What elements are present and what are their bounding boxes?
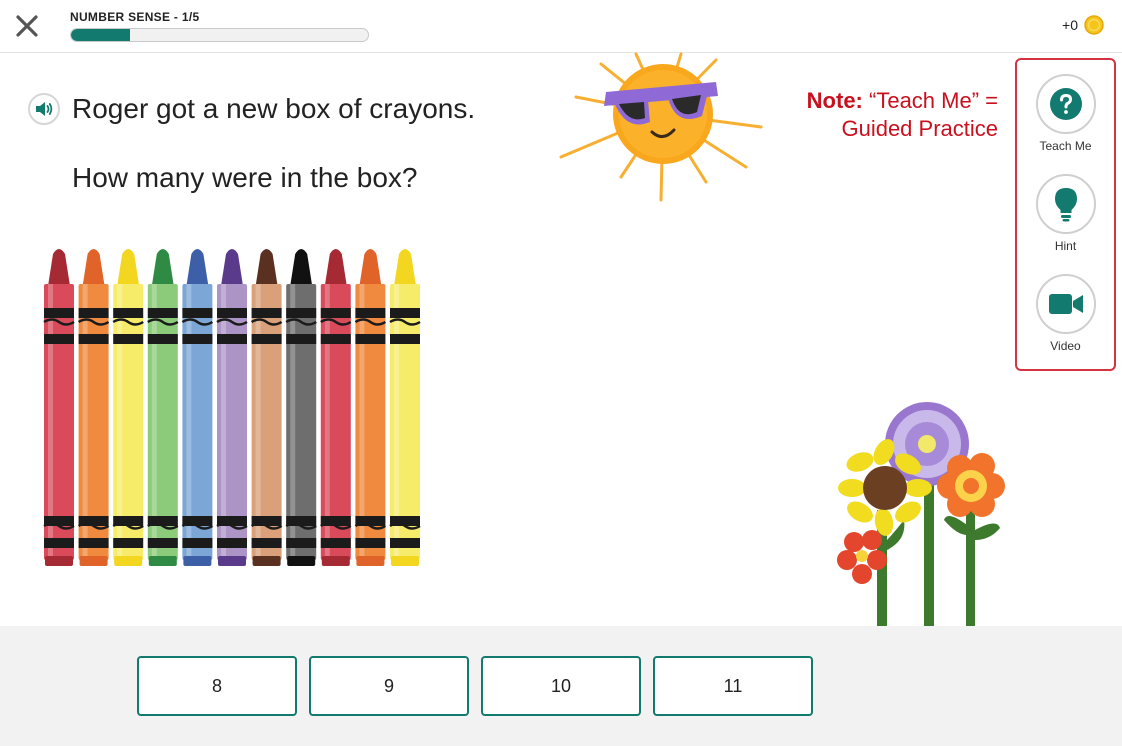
crayon <box>250 249 283 566</box>
speaker-icon <box>36 102 53 116</box>
answer-area: 8 9 10 11 <box>0 626 1122 746</box>
note-label: Note: <box>806 88 863 113</box>
crayon <box>43 249 75 566</box>
guided-practice-note: Note: “Teach Me” = Guided Practice <box>760 87 998 143</box>
progress-bar <box>70 28 369 42</box>
coin-counter: +0 <box>1062 15 1104 35</box>
audio-button[interactable] <box>28 93 60 125</box>
sun-illustration <box>559 52 763 202</box>
help-panel: Teach Me Hint Video <box>1015 58 1116 371</box>
crayons-illustration <box>43 249 421 566</box>
hint-button[interactable]: Hint <box>1017 174 1114 253</box>
progress-label: NUMBER SENSE - 1/5 <box>70 10 200 24</box>
crayon <box>216 249 248 566</box>
question-icon <box>1049 88 1082 120</box>
question-text: Roger got a new box of crayons. <box>72 93 476 124</box>
teach-me-button[interactable]: Teach Me <box>1017 74 1114 153</box>
hint-label: Hint <box>1054 239 1077 253</box>
crayon <box>77 249 110 566</box>
progress-bar-fill <box>71 29 131 41</box>
answer-choice-10[interactable]: 10 <box>481 656 641 716</box>
flowers-illustration <box>837 402 1005 626</box>
crayon <box>181 249 214 566</box>
note-text: “Teach Me” = Guided Practice <box>841 88 998 141</box>
coin-count: +0 <box>1062 17 1078 33</box>
crayon <box>389 249 421 566</box>
video-camera-icon <box>1048 294 1083 314</box>
crayon <box>147 249 179 566</box>
coin-icon <box>1084 15 1104 35</box>
teach-me-label: Teach Me <box>1039 139 1092 153</box>
answer-choice-9[interactable]: 9 <box>309 656 469 716</box>
lightbulb-icon <box>1054 188 1077 222</box>
close-icon <box>16 15 38 37</box>
top-bar: NUMBER SENSE - 1/5 +0 <box>0 0 1122 53</box>
question-prompt: How many were in the box? <box>72 162 418 193</box>
answer-choice-8[interactable]: 8 <box>137 656 297 716</box>
answer-choice-11[interactable]: 11 <box>653 656 813 716</box>
video-button[interactable]: Video <box>1017 274 1114 353</box>
teach-me-circle <box>1035 74 1096 134</box>
crayon <box>112 249 144 566</box>
crayon <box>285 249 317 566</box>
crayon <box>320 249 352 566</box>
crayon <box>354 249 387 566</box>
video-circle <box>1035 274 1096 334</box>
hint-circle <box>1035 174 1096 234</box>
video-label: Video <box>1050 339 1081 353</box>
close-button[interactable] <box>12 11 42 41</box>
